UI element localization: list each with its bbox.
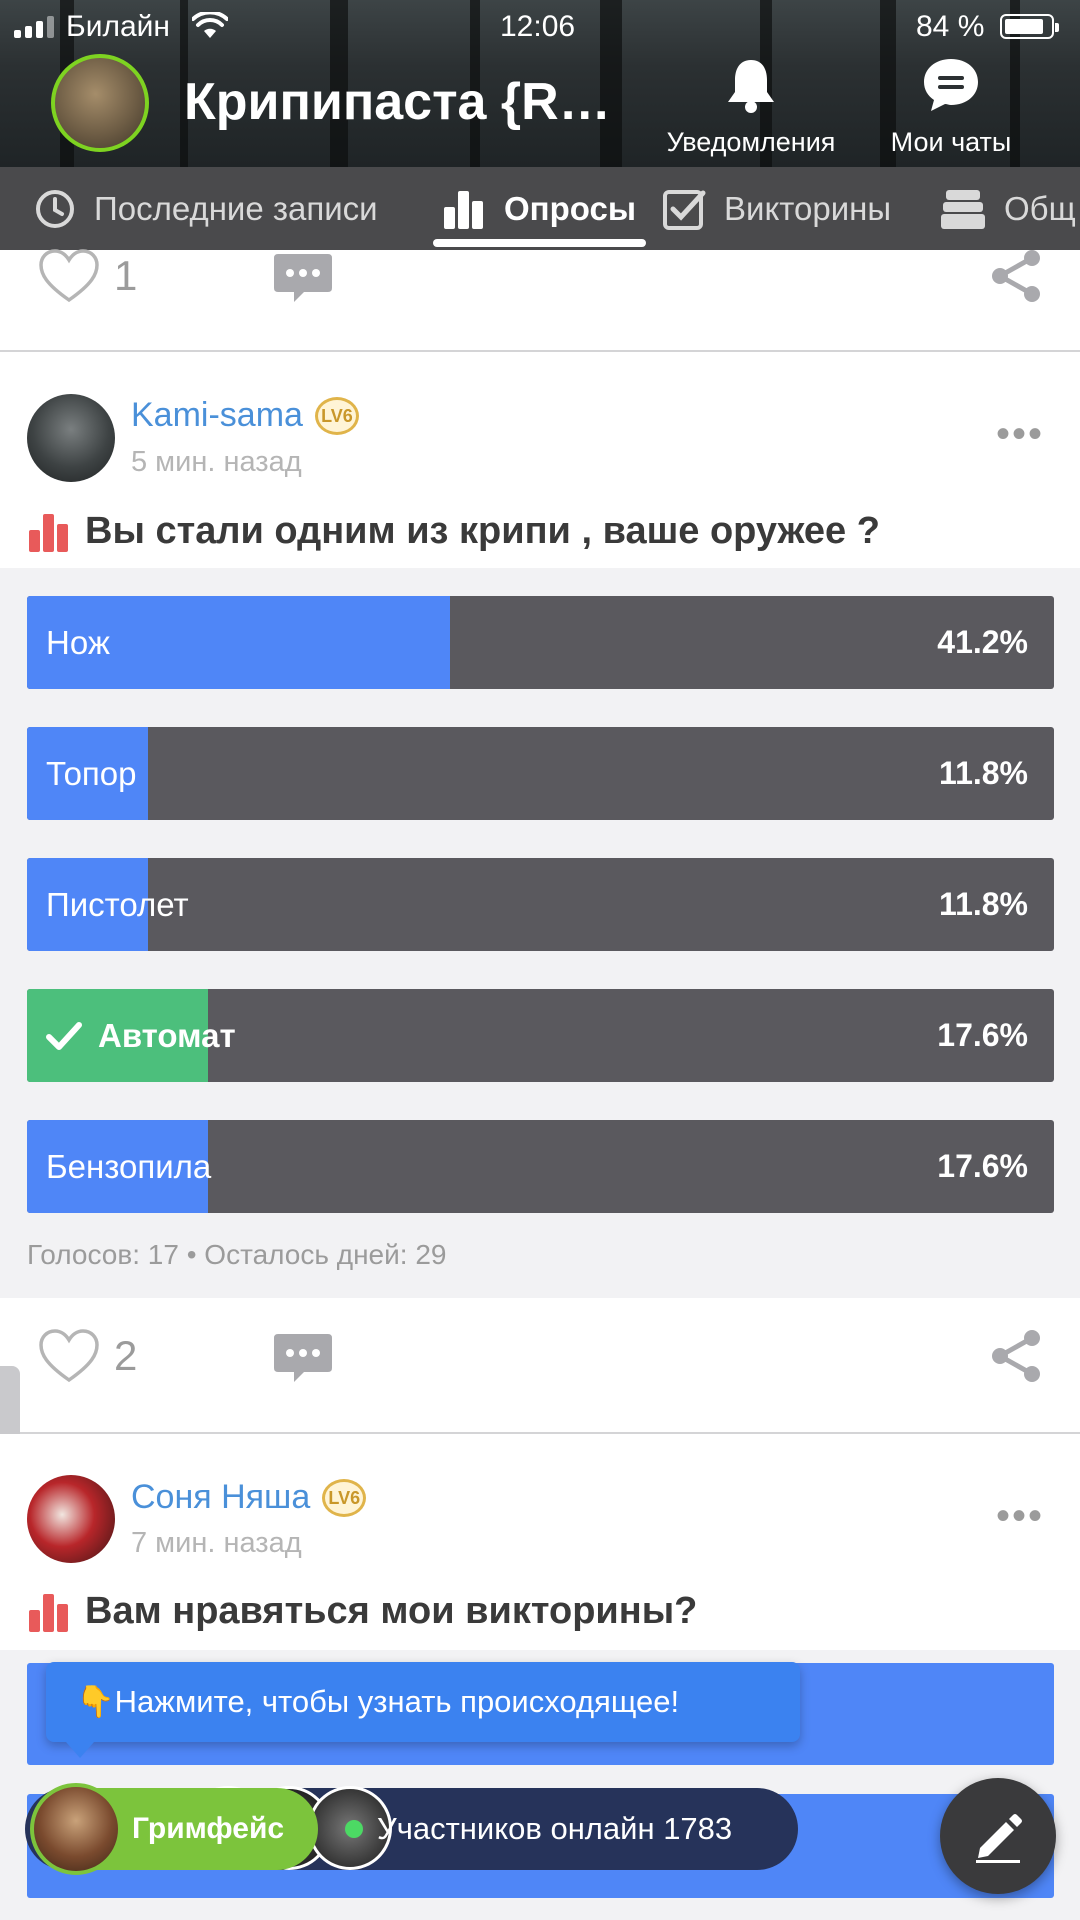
- poll-option-text: Автомат: [98, 1017, 236, 1054]
- poll-title[interactable]: Вам нравяться мои викторины?: [27, 1590, 697, 1633]
- prev-post-actions: [0, 250, 1080, 350]
- signal-icon: [14, 16, 54, 38]
- pencil-icon: [976, 1814, 1022, 1863]
- heart-icon: [39, 1329, 99, 1383]
- poll-option[interactable]: Бензопила 17.6%: [27, 1120, 1054, 1213]
- author-name[interactable]: Kami-sama LV6: [131, 396, 359, 435]
- poll-question: Вы стали одним из крипи , ваше оружее ?: [85, 510, 880, 552]
- bell-icon: [728, 60, 774, 113]
- more-options-icon[interactable]: •••: [996, 412, 1044, 457]
- tab-quizzes[interactable]: Викторины: [662, 167, 891, 250]
- poll-title[interactable]: Вы стали одним из крипи , ваше оружее ?: [27, 510, 880, 553]
- community-avatar[interactable]: [51, 54, 149, 152]
- author-link[interactable]: Kami-sama: [131, 396, 303, 435]
- battery-percent: 84 %: [916, 10, 985, 43]
- poll-icon: [29, 513, 68, 552]
- clock-time: 12:06: [500, 10, 576, 43]
- my-chats-button[interactable]: Мои чаты: [880, 56, 1022, 158]
- tab-polls[interactable]: Опросы: [442, 167, 636, 250]
- poll-option[interactable]: Пистолет 11.8%: [27, 858, 1054, 951]
- chats-label: Мои чаты: [890, 127, 1012, 157]
- poll-option-label: Топор: [46, 727, 137, 820]
- poll-option-percent: 11.8%: [939, 886, 1028, 922]
- poll-option-text: Нож: [46, 624, 110, 661]
- share-button[interactable]: [988, 248, 1044, 309]
- poll-option[interactable]: Автомат 17.6%: [27, 989, 1054, 1082]
- like-button[interactable]: 2: [38, 1328, 137, 1384]
- post-actions: [0, 1298, 1080, 1432]
- poll-option-text: Топор: [46, 755, 137, 792]
- clock-icon: [34, 188, 76, 230]
- carrier-name: Билайн: [66, 10, 170, 43]
- hint-tooltip[interactable]: 👇Нажмите, чтобы узнать происходящее!: [46, 1662, 800, 1758]
- more-options-icon[interactable]: •••: [996, 1494, 1044, 1539]
- post-time: 7 мин. назад: [131, 1527, 302, 1559]
- poll-option-label: Автомат: [46, 989, 236, 1082]
- poll-option-label: Нож: [46, 596, 110, 689]
- poll-option[interactable]: Топор 11.8%: [27, 727, 1054, 820]
- chat-bubble-icon: [924, 59, 978, 111]
- level-badge: LV6: [322, 1478, 367, 1517]
- author-link[interactable]: Соня Няша: [131, 1478, 310, 1517]
- tab-general[interactable]: Общ: [940, 167, 1076, 250]
- poll-question: Вам нравяться мои викторины?: [85, 1590, 698, 1632]
- level-badge: LV6: [314, 396, 359, 435]
- stack-icon: [940, 187, 986, 231]
- poll-option-percent: 41.2%: [937, 624, 1028, 660]
- post-time: 5 мин. назад: [131, 446, 302, 478]
- notifications-label: Уведомления: [666, 127, 836, 157]
- online-count[interactable]: Участников онлайн 1783: [345, 1788, 732, 1870]
- featured-member-avatar[interactable]: [30, 1783, 122, 1875]
- header: Билайн 12:06 84 % Крипипаста {R… Уведомл…: [0, 0, 1080, 167]
- share-icon: [992, 1330, 1040, 1382]
- poll-meta: Голосов: 17 • Осталось дней: 29: [27, 1239, 447, 1270]
- tab-label: Общ: [1004, 189, 1076, 227]
- poll-option-label: Пистолет: [46, 858, 189, 951]
- online-count-text: Участников онлайн 1783: [377, 1811, 733, 1846]
- heart-icon: [39, 249, 99, 303]
- compose-button[interactable]: [940, 1778, 1056, 1894]
- comment-icon: [274, 1334, 332, 1382]
- tab-label: Викторины: [724, 189, 892, 227]
- poll-option-percent: 17.6%: [937, 1017, 1028, 1053]
- comment-icon: [274, 254, 332, 302]
- tab-recent-posts[interactable]: Последние записи: [34, 167, 378, 250]
- like-count: 1: [114, 252, 138, 299]
- avatar[interactable]: [27, 394, 115, 482]
- tab-label: Опросы: [504, 189, 637, 227]
- like-button[interactable]: 1: [38, 248, 137, 304]
- status-bar: Билайн 12:06 84 %: [0, 0, 1080, 52]
- tab-label: Последние записи: [94, 189, 378, 227]
- poll-option[interactable]: Нож 41.2%: [27, 596, 1054, 689]
- avatar[interactable]: [27, 1475, 115, 1563]
- share-button[interactable]: [988, 1328, 1044, 1389]
- poll-option-text: Бензопила: [46, 1148, 212, 1185]
- active-tab-indicator: [433, 239, 646, 247]
- like-count: 2: [114, 1332, 138, 1379]
- battery-icon: [1000, 14, 1059, 39]
- share-icon: [992, 250, 1040, 302]
- notifications-button[interactable]: Уведомления: [655, 56, 847, 158]
- comment-button[interactable]: [272, 1332, 334, 1389]
- poll-option-label: Бензопила: [46, 1120, 211, 1213]
- tab-bar: Последние записи Опросы Викторины Общ: [0, 167, 1080, 250]
- poll-option-text: Пистолет: [46, 886, 189, 923]
- community-title[interactable]: Крипипаста {R…: [184, 72, 634, 132]
- checkbox-icon: [662, 187, 706, 231]
- checkmark-icon: [46, 1021, 82, 1050]
- comment-button[interactable]: [272, 252, 334, 309]
- author-name[interactable]: Соня Няша LV6: [131, 1478, 367, 1517]
- poll-option-percent: 11.8%: [939, 755, 1028, 791]
- poll-option-percent: 17.6%: [937, 1148, 1028, 1184]
- poll-icon: [29, 1593, 68, 1632]
- bar-chart-icon: [442, 189, 486, 229]
- wifi-icon: [191, 10, 229, 48]
- online-dot-icon: [345, 1820, 363, 1838]
